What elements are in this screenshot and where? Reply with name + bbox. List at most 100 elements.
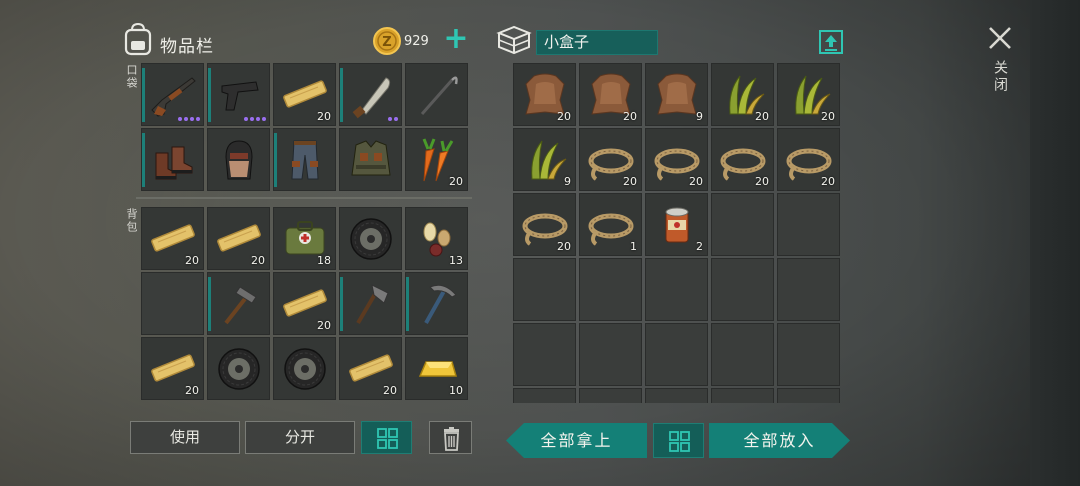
item-quantity: 9 (696, 110, 703, 123)
item-slot[interactable]: 20 (579, 63, 642, 126)
item-slot[interactable] (207, 337, 270, 400)
backpack-section-label: 背包 (125, 208, 138, 234)
pocket-grid: 20 20 (141, 63, 468, 191)
empty-slot[interactable] (579, 258, 642, 321)
empty-slot[interactable] (777, 388, 840, 403)
empty-slot[interactable] (711, 258, 774, 321)
close-icon[interactable] (984, 22, 1016, 54)
item-slot[interactable] (141, 128, 204, 191)
item-slot[interactable] (339, 128, 402, 191)
item-slot[interactable]: 20 (513, 193, 576, 256)
empty-slot[interactable] (645, 258, 708, 321)
grass-icon (531, 140, 567, 180)
empty-slot[interactable] (645, 323, 708, 386)
item-slot[interactable]: 18 (273, 207, 336, 270)
tin-can-icon (665, 207, 689, 243)
item-slot[interactable]: 20 (711, 128, 774, 191)
empty-slot[interactable] (711, 388, 774, 403)
item-slot[interactable]: 2 (645, 193, 708, 256)
sort-container-button[interactable] (653, 423, 704, 458)
empty-slot[interactable] (711, 323, 774, 386)
item-slot[interactable]: 10 (405, 337, 468, 400)
item-slot[interactable] (207, 128, 270, 191)
empty-slot[interactable] (579, 323, 642, 386)
item-slot[interactable]: 13 (405, 207, 468, 270)
item-slot[interactable]: 20 (777, 128, 840, 191)
grid-sort-icon (669, 431, 690, 452)
empty-slot[interactable] (777, 323, 840, 386)
shotgun-icon (151, 77, 196, 117)
empty-slot[interactable] (777, 193, 840, 256)
item-quantity: 20 (251, 254, 265, 267)
item-quantity: 20 (557, 240, 571, 253)
item-slot[interactable]: 9 (513, 128, 576, 191)
item-slot[interactable]: 1 (579, 193, 642, 256)
item-slot[interactable] (339, 63, 402, 126)
sort-inventory-button[interactable] (361, 421, 412, 454)
item-slot[interactable] (273, 128, 336, 191)
item-slot[interactable]: 20 (513, 63, 576, 126)
empty-slot[interactable] (513, 258, 576, 321)
hook-icon (420, 76, 458, 115)
item-slot[interactable]: 20 (579, 128, 642, 191)
item-quantity: 20 (185, 254, 199, 267)
empty-slot[interactable] (579, 388, 642, 403)
backpack-icon (124, 22, 152, 56)
split-button[interactable]: 分开 (245, 421, 355, 454)
item-slot[interactable] (141, 63, 204, 126)
upload-icon[interactable] (818, 27, 844, 55)
rarity-dots (178, 117, 200, 121)
tire-icon (284, 348, 326, 390)
item-quantity: 20 (449, 175, 463, 188)
item-slot[interactable] (405, 272, 468, 335)
container-name-field[interactable]: 小盒子 (536, 30, 658, 55)
item-slot[interactable] (339, 207, 402, 270)
item-slot[interactable]: 20 (711, 63, 774, 126)
empty-slot[interactable] (711, 193, 774, 256)
item-slot[interactable]: 20 (273, 272, 336, 335)
item-slot[interactable] (273, 337, 336, 400)
item-quantity: 20 (689, 175, 703, 188)
empty-slot[interactable] (513, 388, 576, 403)
item-slot[interactable]: 20 (207, 207, 270, 270)
empty-slot[interactable] (777, 258, 840, 321)
item-quantity: 20 (821, 110, 835, 123)
helmet-icon (225, 140, 253, 180)
item-slot[interactable]: 20 (645, 128, 708, 191)
box-icon (496, 25, 532, 55)
rope-icon (588, 213, 634, 246)
item-quantity: 20 (317, 110, 331, 123)
right-edge-panel (1030, 0, 1080, 486)
tire-icon (218, 348, 260, 390)
pocket-label: 口袋 (125, 64, 138, 90)
item-slot[interactable]: 20 (339, 337, 402, 400)
backpack-grid: 20 20 18 13 20 20 20 10 (141, 207, 468, 400)
item-slot[interactable]: 20 (141, 337, 204, 400)
item-slot[interactable]: 20 (273, 63, 336, 126)
use-button[interactable]: 使用 (130, 421, 240, 454)
add-coins-button[interactable]: + (442, 24, 470, 54)
item-quantity: 18 (317, 254, 331, 267)
item-slot[interactable]: 9 (645, 63, 708, 126)
hammer-icon (224, 286, 257, 325)
trash-button[interactable] (429, 421, 472, 454)
coin-count: 929 (404, 34, 429, 49)
empty-slot[interactable] (141, 272, 204, 335)
trash-icon (444, 427, 459, 451)
item-quantity: 1 (630, 240, 637, 253)
item-slot[interactable] (405, 63, 468, 126)
close-label[interactable]: 关闭 (990, 60, 1010, 94)
item-quantity: 20 (755, 175, 769, 188)
item-slot[interactable] (339, 272, 402, 335)
container-header: 小盒子 (496, 22, 848, 62)
rarity-dots (388, 117, 398, 121)
empty-slot[interactable] (645, 388, 708, 403)
item-slot[interactable]: 20 (405, 128, 468, 191)
item-slot[interactable]: 20 (777, 63, 840, 126)
take-all-button[interactable]: 全部拿上 (506, 423, 647, 458)
item-slot[interactable]: 20 (141, 207, 204, 270)
empty-slot[interactable] (513, 323, 576, 386)
item-slot[interactable] (207, 63, 270, 126)
item-slot[interactable] (207, 272, 270, 335)
put-all-button[interactable]: 全部放入 (709, 423, 850, 458)
